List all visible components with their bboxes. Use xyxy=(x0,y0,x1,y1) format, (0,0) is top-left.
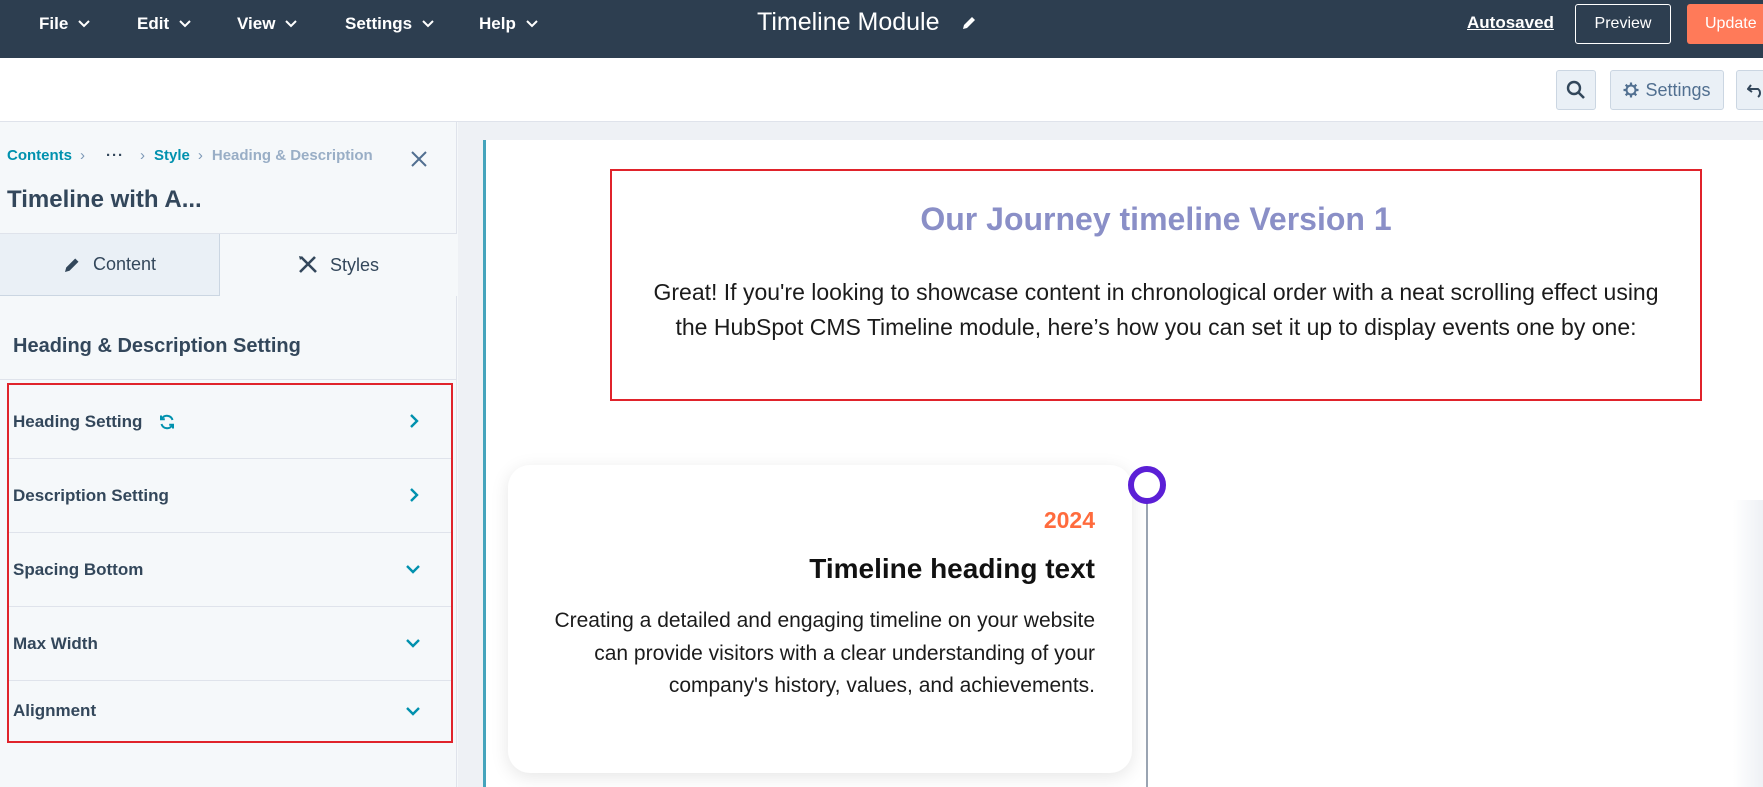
chevron-down-icon xyxy=(285,20,298,28)
heading-setting-label: Heading Setting xyxy=(13,411,143,431)
pencil-icon[interactable] xyxy=(961,15,977,31)
chevron-down-icon xyxy=(405,706,421,716)
gear-icon xyxy=(1623,82,1639,98)
toolbar-settings-label: Settings xyxy=(1645,79,1711,100)
menu-file[interactable]: File xyxy=(39,0,91,48)
top-nav-bar: File Edit View Settings Help Timeline Mo… xyxy=(0,0,1763,58)
alignment-label: Alignment xyxy=(13,701,97,720)
max-width-label: Max Width xyxy=(13,633,98,653)
menu-view[interactable]: View xyxy=(237,0,298,48)
spacing-bottom-label: Spacing Bottom xyxy=(13,559,144,579)
description-setting-label: Description Setting xyxy=(13,485,169,505)
breadcrumb-current: Heading & Description xyxy=(211,146,373,164)
update-button[interactable]: Update xyxy=(1687,4,1763,44)
heading-setting-row[interactable]: Heading Setting xyxy=(9,385,451,459)
breadcrumb: Contents › ··· › Style › Heading & Descr… xyxy=(7,145,373,165)
menu-view-label: View xyxy=(237,14,276,33)
chevron-down-icon xyxy=(179,20,191,28)
style-settings-list: Heading Setting Description Setting Spac… xyxy=(7,383,453,743)
undo-icon xyxy=(1747,82,1763,98)
alignment-row[interactable]: Alignment xyxy=(9,681,451,741)
panel-title: Timeline with A... xyxy=(7,186,202,213)
timeline-heading: Timeline heading text xyxy=(809,553,1095,584)
chevron-down-icon xyxy=(526,20,538,28)
pencil-icon xyxy=(63,256,81,274)
menu-file-label: File xyxy=(39,14,69,33)
undo-button[interactable] xyxy=(1736,70,1763,110)
timeline-year: 2024 xyxy=(1043,507,1095,533)
section-divider xyxy=(0,379,457,380)
menu-edit[interactable]: Edit xyxy=(137,0,191,48)
tab-styles-label: Styles xyxy=(329,254,380,275)
toolbar-settings-button[interactable]: Settings xyxy=(1610,70,1724,110)
chevron-down-icon xyxy=(78,20,91,28)
sidebar-tabs: Content Styles xyxy=(0,233,457,296)
tab-styles[interactable]: Styles xyxy=(220,234,457,296)
menu-help-label: Help xyxy=(479,14,516,33)
preview-button[interactable]: Preview xyxy=(1575,4,1671,44)
intro-section[interactable]: Our Journey timeline Version 1 Great! If… xyxy=(610,169,1702,401)
tab-content-label: Content xyxy=(92,254,157,274)
intro-title: Our Journey timeline Version 1 xyxy=(920,201,1392,237)
menu-settings[interactable]: Settings xyxy=(345,0,434,48)
menu-edit-label: Edit xyxy=(137,14,170,33)
timeline-line xyxy=(1146,486,1148,787)
timeline-card[interactable]: 2024 Timeline heading text Creating a de… xyxy=(508,465,1132,773)
timeline-dot xyxy=(1128,466,1166,504)
search-button[interactable] xyxy=(1556,70,1596,110)
breadcrumb-separator-icon: › xyxy=(140,146,145,164)
editor-toolbar: Settings xyxy=(0,58,1763,122)
chevron-right-icon xyxy=(409,413,419,429)
chevron-down-icon xyxy=(422,20,434,28)
breadcrumb-separator-icon: › xyxy=(80,146,85,164)
timeline-text: Creating a detailed and engaging timelin… xyxy=(554,609,1095,697)
styles-brush-icon xyxy=(298,255,318,275)
close-icon[interactable] xyxy=(410,150,428,168)
chevron-down-icon xyxy=(405,564,421,574)
document-title-text: Timeline Module xyxy=(757,8,940,36)
tab-content[interactable]: Content xyxy=(0,234,220,296)
spacing-bottom-row[interactable]: Spacing Bottom xyxy=(9,533,451,607)
description-setting-row[interactable]: Description Setting xyxy=(9,459,451,533)
max-width-row[interactable]: Max Width xyxy=(9,607,451,681)
breadcrumb-contents[interactable]: Contents xyxy=(7,147,72,164)
document-title[interactable]: Timeline Module xyxy=(757,8,977,37)
autosaved-link[interactable]: Autosaved xyxy=(1467,13,1554,33)
menu-settings-label: Settings xyxy=(345,14,413,33)
breadcrumb-style[interactable]: Style xyxy=(154,147,190,164)
sync-icon xyxy=(158,413,176,431)
intro-description: Great! If you're looking to showcase con… xyxy=(653,279,1659,340)
menu-help[interactable]: Help xyxy=(479,0,538,48)
canvas-edge-fade xyxy=(1733,500,1763,787)
chevron-down-icon xyxy=(405,638,421,648)
chevron-right-icon xyxy=(409,487,419,503)
breadcrumb-ellipsis[interactable]: ··· xyxy=(106,147,124,164)
section-heading: Heading & Description Setting xyxy=(13,335,301,357)
search-icon xyxy=(1566,80,1586,100)
breadcrumb-separator-icon: › xyxy=(197,146,203,164)
